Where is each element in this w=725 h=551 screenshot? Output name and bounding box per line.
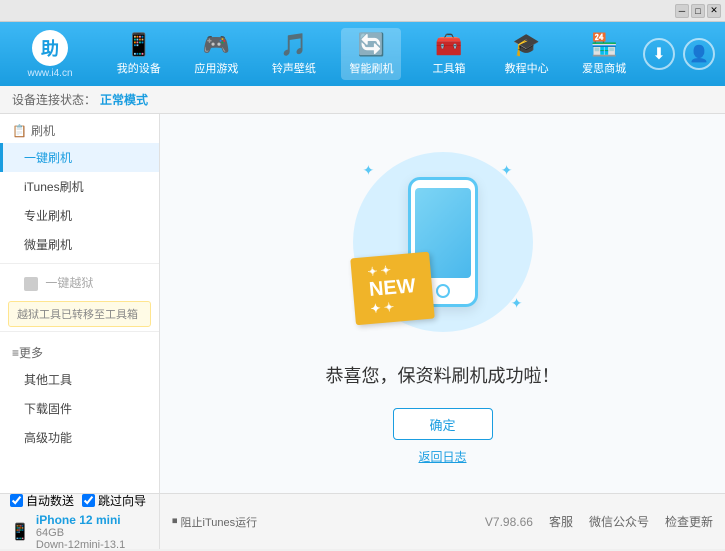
footer-right-links: V7.98.66 客服 微信公众号 检查更新 [485,513,713,530]
skip-wizard-input[interactable] [82,494,95,507]
status-label: 设备连接状态： [12,91,96,108]
check-update-link[interactable]: 检查更新 [665,513,713,530]
sidebar-item-onekey-flash[interactable]: 一键刷机 [0,143,159,172]
nav-toolbox[interactable]: 🧰 工具箱 [419,28,479,80]
download-button[interactable]: ⬇ [643,38,675,70]
sidebar: 📋 刷机 一键刷机 iTunes刷机 专业刷机 微量刷机 一键越狱 越狱工具已转… [0,114,160,493]
version-label: V7.98.66 [485,515,533,529]
new-badge-text: NEW [368,275,416,302]
skip-wizard-checkbox[interactable]: 跳过向导 [82,492,146,509]
sparkle-topright: ✦ [501,162,513,179]
lock-icon [24,277,38,291]
ringtone-icon: 🎵 [280,32,307,58]
sidebar-divider-2 [0,331,159,332]
main-layout: 📋 刷机 一键刷机 iTunes刷机 专业刷机 微量刷机 一键越狱 越狱工具已转… [0,114,725,493]
phone-illustration: ✦ ✦ ✦ ✦ ✦ NEW ✦ ✦ [343,142,543,342]
full-footer: 自动数送 跳过向导 📱 iPhone 12 mini 64GB Down-12m… [0,493,725,549]
sidebar-item-itunes-flash[interactable]: iTunes刷机 [0,172,159,201]
device-name: iPhone 12 mini [36,513,125,527]
back-today-link[interactable]: 返回日志 [418,448,466,465]
nav-tutorial[interactable]: 🎓 教程中心 [497,28,557,80]
footer-checkboxes: 自动数送 跳过向导 [10,492,149,509]
istore-icon: 🏪 [590,32,617,58]
phone-home-button [436,284,450,298]
confirm-button[interactable]: 确定 [393,408,493,440]
header-right: ⬇ 👤 [643,38,725,70]
logo-icon: 助 [32,30,68,66]
nav-ringtone[interactable]: 🎵 铃声壁纸 [264,28,324,80]
nav-istore[interactable]: 🏪 爱思商城 [574,28,634,80]
main-content: ✦ ✦ ✦ ✦ ✦ NEW ✦ ✦ 恭喜您，保资料刷机成功啦！ 确定 返回日志 [160,114,725,493]
device-model: Down-12mini-13.1 [36,539,125,551]
sidebar-item-download-firmware[interactable]: 下载固件 [0,394,159,423]
ringtone-label: 铃声壁纸 [272,60,316,76]
sparkle-bottomright: ✦ [511,295,523,312]
device-phone-icon: 📱 [10,522,30,542]
tutorial-label: 教程中心 [505,60,549,76]
wechat-link[interactable]: 微信公众号 [589,513,649,530]
status-value: 正常模式 [100,91,148,108]
sidebar-item-pro-flash[interactable]: 专业刷机 [0,201,159,230]
sidebar-divider-1 [0,263,159,264]
close-button[interactable]: ✕ [707,4,721,18]
nav-app-games[interactable]: 🎮 应用游戏 [186,28,246,80]
nav-smart-flash[interactable]: 🔄 智能刷机 [341,28,401,80]
sidebar-item-other-tools[interactable]: 其他工具 [0,365,159,394]
sidebar-flash-title: 📋 刷机 [0,114,159,143]
stop-itunes-button[interactable]: ⏹ 阻止iTunes运行 [172,514,257,530]
minimize-button[interactable]: ─ [675,4,689,18]
header: 助 www.i4.cn 📱 我的设备 🎮 应用游戏 🎵 铃声壁纸 🔄 智能刷机 … [0,22,725,86]
flash-section-label: 刷机 [31,122,55,139]
toolbox-label: 工具箱 [433,60,466,76]
stop-icon: ⏹ [172,515,178,528]
maximize-button[interactable]: □ [691,4,705,18]
new-ribbon: ✦ ✦ NEW ✦ ✦ [350,252,434,326]
app-games-icon: 🎮 [203,32,230,58]
jailbreak-notice: 越狱工具已转移至工具箱 [8,301,151,327]
my-device-icon: 📱 [125,32,152,58]
customer-service-link[interactable]: 客服 [549,513,573,530]
ribbon-stars-bottom: ✦ ✦ [370,298,418,316]
sidebar-more-title: ≡ 更多 [0,336,159,365]
sidebar-jailbreak-disabled: 一键越狱 [0,268,159,297]
app-games-label: 应用游戏 [194,60,238,76]
user-button[interactable]: 👤 [683,38,715,70]
logo-area[interactable]: 助 www.i4.cn [0,30,100,79]
auto-send-checkbox[interactable]: 自动数送 [10,492,74,509]
device-storage: 64GB [36,527,125,539]
sidebar-item-advanced[interactable]: 高级功能 [0,423,159,452]
sparkle-topleft: ✦ [363,162,375,179]
sidebar-item-micro-flash[interactable]: 微量刷机 [0,230,159,259]
toolbox-icon: 🧰 [435,32,462,58]
device-info-row: 📱 iPhone 12 mini 64GB Down-12mini-13.1 [10,513,149,551]
auto-send-input[interactable] [10,494,23,507]
logo-url: www.i4.cn [27,68,72,79]
footer-left-panel: 自动数送 跳过向导 📱 iPhone 12 mini 64GB Down-12m… [0,494,160,549]
nav-items: 📱 我的设备 🎮 应用游戏 🎵 铃声壁纸 🔄 智能刷机 🧰 工具箱 🎓 教程中心… [100,28,643,80]
flash-section-icon: 📋 [12,124,27,138]
footer-bottom-panel: ⏹ 阻止iTunes运行 V7.98.66 客服 微信公众号 检查更新 [160,494,725,549]
success-text: 恭喜您，保资料刷机成功啦！ [326,362,560,388]
more-section-icon: ≡ [12,346,19,360]
smart-flash-label: 智能刷机 [349,60,393,76]
title-bar: ─ □ ✕ [0,0,725,22]
smart-flash-icon: 🔄 [358,32,385,58]
device-details: iPhone 12 mini 64GB Down-12mini-13.1 [36,513,125,551]
tutorial-icon: 🎓 [513,32,540,58]
istore-label: 爱思商城 [582,60,626,76]
my-device-label: 我的设备 [117,60,161,76]
status-bar: 设备连接状态： 正常模式 [0,86,725,114]
nav-my-device[interactable]: 📱 我的设备 [109,28,169,80]
